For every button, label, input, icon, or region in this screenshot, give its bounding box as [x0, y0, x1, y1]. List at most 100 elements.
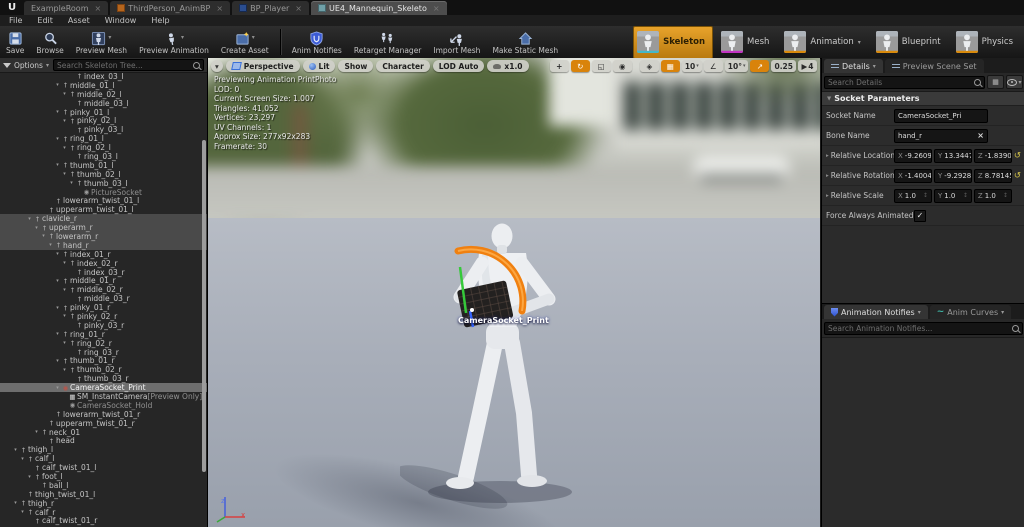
expander-icon[interactable]: ▾ — [19, 509, 26, 515]
make-static-mesh-button[interactable]: Make Static Mesh — [486, 27, 564, 58]
tree-row[interactable]: † head — [0, 436, 207, 445]
viewport-perspective-button[interactable]: Perspective — [225, 60, 300, 72]
viewport-character-button[interactable]: Character — [376, 60, 430, 72]
tree-row[interactable]: † thumb_03_r — [0, 374, 207, 383]
expander-icon[interactable]: ▾ — [54, 109, 61, 115]
viewport-show-button[interactable]: Show — [338, 60, 374, 72]
spinner-icon[interactable]: ↕ — [923, 192, 928, 199]
menu-file[interactable]: File — [9, 16, 22, 25]
tree-row[interactable]: ▾ † pinky_02_r — [0, 312, 207, 321]
tree-row[interactable]: ▾ † middle_02_r — [0, 285, 207, 294]
tree-row[interactable]: † ball_l — [0, 481, 207, 490]
mode-animation-button[interactable]: Animation ▾ — [781, 27, 867, 58]
viewport-x1-0-button[interactable]: x1.0 — [487, 60, 529, 72]
tree-row[interactable]: ▾ † thigh_l — [0, 445, 207, 454]
expander-icon[interactable]: ▾ — [33, 429, 40, 435]
socket-parameters-header[interactable]: ▼ Socket Parameters — [822, 92, 1024, 106]
anim-notifies-button[interactable]: Anim Notifies — [286, 27, 348, 58]
scale-z-field[interactable]: Z 1.0 ↕ — [973, 188, 1012, 203]
tree-row[interactable]: † thigh_twist_01_l — [0, 490, 207, 499]
tab-animation-notifies[interactable]: Animation Notifies ▾ — [824, 305, 928, 319]
expander-icon[interactable]: ▾ — [54, 251, 61, 257]
expander-icon[interactable]: ▾ — [54, 385, 61, 391]
tree-row[interactable]: ▾ † ring_01_l — [0, 134, 207, 143]
tree-row[interactable]: ▾ † calf_r — [0, 508, 207, 517]
chevron-down-icon[interactable]: ▾ — [181, 34, 184, 42]
expander-icon[interactable]: ▸ — [826, 153, 829, 159]
tab-close-icon[interactable]: × — [216, 4, 223, 13]
rotation-x-field[interactable]: X-1.40040↕ — [894, 168, 932, 183]
viewport-options-button[interactable]: ▾ — [211, 60, 223, 72]
viewport-canvas[interactable]: CameraSocket_Print ▾ Perspective Lit Show C… — [208, 58, 820, 527]
tree-row[interactable]: ◉ CameraSocket_Hold — [0, 401, 207, 410]
expander-icon[interactable]: ▾ — [47, 242, 54, 248]
tab-close-icon[interactable]: × — [295, 4, 302, 13]
tree-row[interactable]: ▾ † pinky_02_l — [0, 116, 207, 125]
tree-row[interactable]: ▾ † lowerarm_r — [0, 232, 207, 241]
viewport-lit-button[interactable]: Lit — [302, 60, 336, 72]
app-tab[interactable]: ExampleRoom × — [24, 1, 109, 15]
menu-help[interactable]: Help — [151, 16, 169, 25]
mode-blueprint-button[interactable]: Blueprint — [873, 27, 948, 58]
tree-row[interactable]: ▾ ◉ CameraSocket_Print — [0, 383, 207, 392]
tree-row[interactable]: ▾ † neck_01 — [0, 428, 207, 437]
mode-physics-button[interactable]: Physics — [953, 27, 1020, 58]
tree-row[interactable]: ▾ † pinky_01_r — [0, 303, 207, 312]
socket-name-field[interactable]: CameraSocket_Pri — [894, 108, 988, 123]
expander-icon[interactable]: ▾ — [54, 82, 61, 88]
app-tab[interactable]: BP_Player × — [232, 1, 309, 15]
menu-window[interactable]: Window — [105, 16, 137, 25]
expander-icon[interactable]: ▾ — [54, 358, 61, 364]
expander-icon[interactable]: ▾ — [54, 162, 61, 168]
tree-row[interactable]: ▾ † thumb_02_r — [0, 365, 207, 374]
chevron-down-icon[interactable]: ▾ — [252, 34, 255, 42]
tree-row[interactable]: ▾ † index_01_r — [0, 250, 207, 259]
rotation-y-field[interactable]: Y-9.29282↕ — [933, 168, 972, 183]
scale-snap-value[interactable]: 0.25 — [771, 60, 796, 72]
preview-mesh-button[interactable]: ▾ Preview Mesh — [70, 27, 133, 58]
tree-row[interactable]: † ring_03_r — [0, 348, 207, 357]
tree-row[interactable]: ▾ † hand_r — [0, 241, 207, 250]
details-search-input[interactable]: Search Details — [824, 75, 985, 89]
location-z-field[interactable]: Z-1.83900↕ — [973, 148, 1012, 163]
expander-icon[interactable]: ▾ — [61, 118, 68, 124]
tree-row[interactable]: ▾ † thumb_01_l — [0, 161, 207, 170]
rotate-tool-button[interactable]: ↻ — [570, 60, 590, 72]
tree-row[interactable]: † pinky_03_l — [0, 125, 207, 134]
viewport-lod-auto-button[interactable]: LOD Auto — [432, 60, 485, 72]
tree-row[interactable]: ▾ † ring_02_r — [0, 339, 207, 348]
import-mesh-button[interactable]: Import Mesh — [427, 27, 486, 58]
tab-details[interactable]: Details ▾ — [824, 59, 883, 73]
save-button[interactable]: Save — [0, 27, 30, 58]
tree-row[interactable]: † calf_twist_01_r — [0, 516, 207, 525]
tree-row[interactable]: † ring_03_l — [0, 152, 207, 161]
expander-icon[interactable]: ▾ — [61, 367, 68, 373]
tree-row[interactable]: † calf_twist_01_l — [0, 463, 207, 472]
surface-snap-button[interactable]: ◈ — [639, 60, 659, 72]
translate-tool-button[interactable]: + — [549, 60, 569, 72]
tree-row[interactable]: ▾ † foot_l — [0, 472, 207, 481]
options-button[interactable]: Options ▾ — [3, 61, 49, 70]
tree-row[interactable]: ▾ † thumb_03_l — [0, 179, 207, 188]
expander-icon[interactable]: ▾ — [61, 171, 68, 177]
create-asset-button[interactable]: ▾ Create Asset — [215, 27, 275, 58]
rotation-z-field[interactable]: Z8.781457↕ — [973, 168, 1012, 183]
location-y-field[interactable]: Y13.34473↕ — [933, 148, 972, 163]
expander-icon[interactable]: ▾ — [12, 447, 19, 453]
tab-anim-curves[interactable]: ~ Anim Curves ▾ — [929, 305, 1012, 319]
tree-row[interactable]: ◉ PictureSocket — [0, 188, 207, 197]
force-always-animated-checkbox[interactable]: ✓ — [914, 209, 926, 222]
tree-row[interactable]: † middle_03_r — [0, 294, 207, 303]
expander-icon[interactable]: ▾ — [40, 233, 47, 239]
expander-icon[interactable]: ▾ — [26, 474, 33, 480]
tab-close-icon[interactable]: × — [433, 4, 440, 13]
location-x-field[interactable]: X-9.26093↕ — [894, 148, 932, 163]
tree-row[interactable]: ▾ † middle_02_l — [0, 90, 207, 99]
expander-icon[interactable]: ▾ — [61, 145, 68, 151]
browse-button[interactable]: Browse — [30, 27, 69, 58]
display-filter-button[interactable]: ▾ — [1006, 75, 1023, 89]
expander-icon[interactable]: ▾ — [54, 331, 61, 337]
clear-icon[interactable]: × — [977, 131, 984, 140]
expander-icon[interactable]: ▾ — [61, 340, 68, 346]
expander-icon[interactable]: ▾ — [54, 278, 61, 284]
